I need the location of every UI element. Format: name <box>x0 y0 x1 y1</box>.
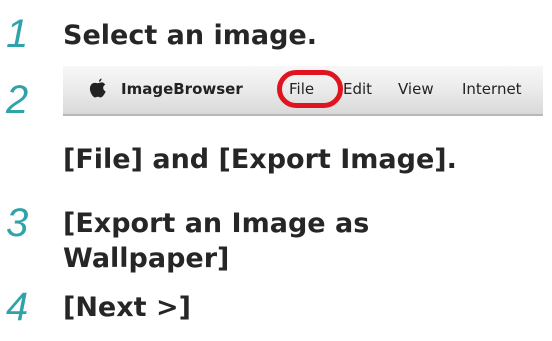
step-2-number: 2 <box>6 78 29 122</box>
step-4-text: [Next >] <box>63 292 191 323</box>
step-3-number: 3 <box>6 201 29 245</box>
menu-item-edit: Edit <box>343 80 373 98</box>
step-3-text-line1: [Export an Image as <box>63 208 370 239</box>
step-4-number: 4 <box>6 285 29 329</box>
menu-app-imagebrowser: ImageBrowser <box>121 80 243 98</box>
menu-item-view: View <box>398 80 434 98</box>
step-1-text: Select an image. <box>63 20 317 51</box>
file-highlight-circle <box>277 70 343 108</box>
step-2-text: [File] and [Export Image]. <box>63 144 457 175</box>
step-3-text-line2: Wallpaper] <box>63 243 230 274</box>
apple-logo-icon <box>89 78 106 98</box>
menu-bar-screenshot: ImageBrowser File Edit View Internet <box>63 66 543 116</box>
menu-item-internet: Internet <box>462 80 522 98</box>
step-1-number: 1 <box>6 12 29 56</box>
